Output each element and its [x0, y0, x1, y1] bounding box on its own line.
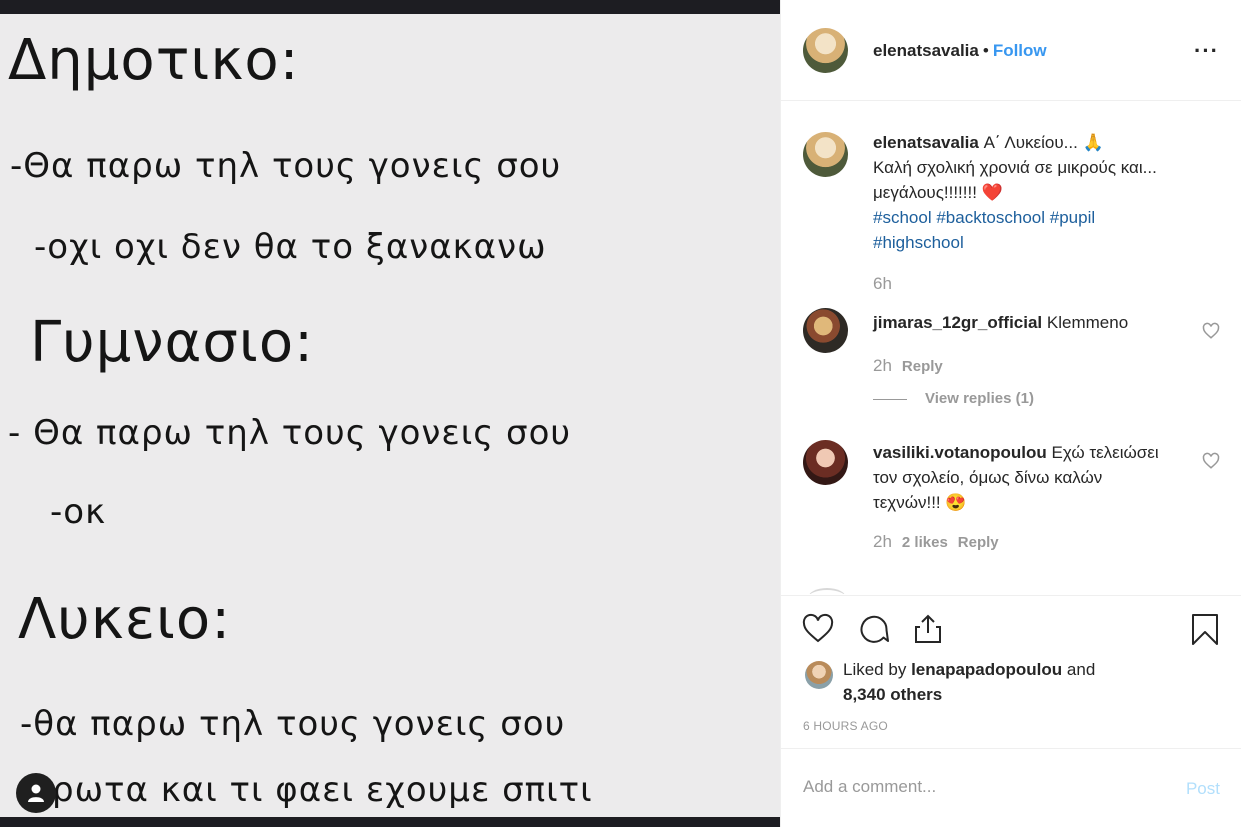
- comments-list[interactable]: elenatsavalia Α΄ Λυκείου... 🙏 Καλή σχολι…: [781, 102, 1241, 594]
- like-heart-icon[interactable]: [801, 612, 835, 646]
- likes-count-link[interactable]: 8,340 others: [843, 685, 942, 704]
- caption-body: Καλή σχολική χρονιά σε μικρούς και... με…: [873, 158, 1157, 202]
- caption-time[interactable]: 6h: [873, 274, 892, 294]
- meme-line: ρωτα και τι φαει εχουμε σπιτι: [52, 770, 593, 810]
- comment-likes-count[interactable]: 2 likes: [902, 534, 948, 551]
- avatar[interactable]: [803, 28, 848, 73]
- meme-line: -Θα παρω τηλ τους γονεις σου: [10, 146, 562, 186]
- liker-username[interactable]: lenapapadopoulou: [911, 660, 1062, 679]
- post-side-panel: elenatsavalia • Follow ··· elenatsavalia Α…: [780, 0, 1241, 827]
- meme-heading-dimotiko: Δημοτικο:: [8, 28, 300, 93]
- comment-meta: 2h Reply: [873, 356, 943, 376]
- comment-time[interactable]: 2h: [873, 356, 892, 375]
- pray-emoji-icon: 🙏: [1082, 133, 1104, 152]
- post-actions: Liked by lenapapadopoulou and 8,340 othe…: [781, 595, 1241, 747]
- post-timestamp[interactable]: 6 HOURS AGO: [803, 719, 888, 733]
- comment-body: Klemmeno: [1046, 313, 1129, 332]
- comment-username[interactable]: vasiliki.votanopoulou: [873, 443, 1047, 462]
- liker-avatar[interactable]: [805, 661, 833, 689]
- comment-meta: 2h 2 likes Reply: [873, 532, 999, 552]
- meme-heading-lykeio: Λυκειο:: [18, 587, 232, 652]
- post-image[interactable]: Δημοτικο: -Θα παρω τηλ τους γονεις σου -…: [0, 0, 780, 827]
- comment-like-icon[interactable]: [1202, 452, 1220, 470]
- user-tag-icon[interactable]: [16, 773, 56, 813]
- header-username[interactable]: elenatsavalia: [873, 41, 979, 60]
- add-comment-input[interactable]: [803, 777, 1143, 797]
- separator-dot: •: [982, 41, 989, 60]
- comment-like-icon[interactable]: [1202, 322, 1220, 340]
- avatar[interactable]: [803, 132, 848, 177]
- hashtag-link[interactable]: #highschool: [873, 233, 964, 252]
- hashtag-link[interactable]: #pupil: [1050, 208, 1095, 227]
- comment-text: jimaras_12gr_official Klemmeno: [873, 310, 1173, 335]
- post-comment-button[interactable]: Post: [1186, 779, 1220, 799]
- liked-by-prefix: Liked by: [843, 660, 907, 679]
- view-replies-button[interactable]: View replies (1): [873, 390, 1034, 407]
- heart-eyes-emoji-icon: 😍: [945, 493, 967, 512]
- avatar[interactable]: [803, 308, 848, 353]
- heart-emoji-icon: ❤️: [981, 183, 1003, 202]
- meme-line: -θα παρω τηλ τους γονεις σου: [20, 704, 566, 744]
- meme-heading-gymnasio: Γυμνασιο:: [30, 310, 314, 375]
- header-username-row: elenatsavalia • Follow: [873, 41, 1047, 61]
- hashtag-link[interactable]: #backtoschool: [936, 208, 1045, 227]
- avatar[interactable]: [803, 440, 848, 485]
- comment-bubble-icon[interactable]: [857, 612, 891, 646]
- view-replies-label: View replies (1): [925, 390, 1034, 407]
- meme-line: - Θα παρω τηλ τους γονεις σου: [8, 413, 572, 453]
- person-icon: [28, 784, 44, 802]
- bookmark-icon[interactable]: [1188, 612, 1222, 646]
- meme-line: -οκ: [50, 492, 107, 532]
- more-options-icon[interactable]: ···: [1194, 38, 1219, 64]
- liked-by-conj: and: [1066, 660, 1096, 679]
- follow-button[interactable]: Follow: [993, 41, 1047, 60]
- next-comment-avatar-edge: [808, 588, 846, 594]
- divider-line: [873, 398, 907, 400]
- likes-summary: Liked by lenapapadopoulou and 8,340 othe…: [843, 657, 1183, 707]
- share-icon[interactable]: [911, 612, 945, 646]
- hashtag-link[interactable]: #school: [873, 208, 932, 227]
- reply-button[interactable]: Reply: [902, 358, 943, 375]
- caption-body: Α΄ Λυκείου...: [983, 133, 1078, 152]
- caption-username[interactable]: elenatsavalia: [873, 133, 979, 152]
- meme-line: -οχι οχι δεν θα το ξανακανω: [34, 227, 547, 267]
- comment-username[interactable]: jimaras_12gr_official: [873, 313, 1042, 332]
- add-comment-bar: Post: [781, 748, 1241, 827]
- caption-text: elenatsavalia Α΄ Λυκείου... 🙏 Καλή σχολι…: [873, 130, 1208, 255]
- post-header: elenatsavalia • Follow ···: [781, 0, 1241, 101]
- comment-text: vasiliki.votanopoulou Εχώ τελειώσει τον …: [873, 440, 1173, 515]
- reply-button[interactable]: Reply: [958, 534, 999, 551]
- comment-time[interactable]: 2h: [873, 532, 892, 551]
